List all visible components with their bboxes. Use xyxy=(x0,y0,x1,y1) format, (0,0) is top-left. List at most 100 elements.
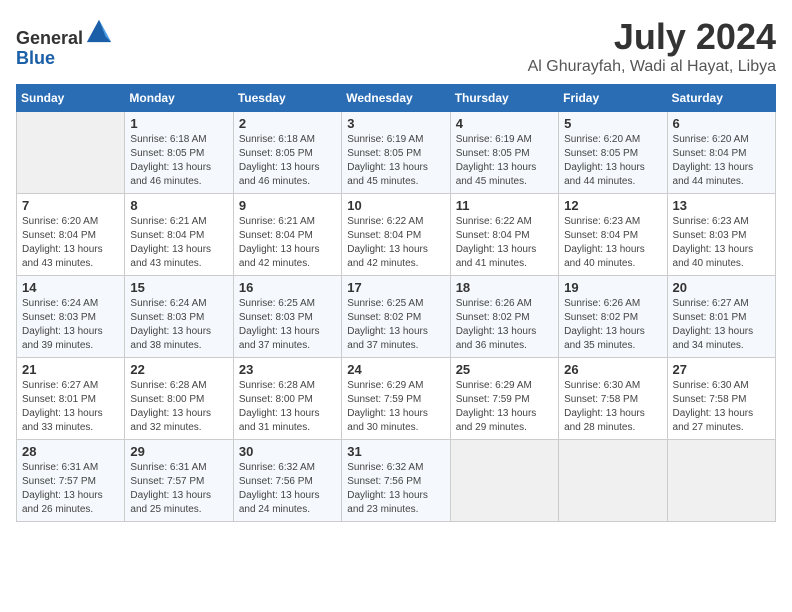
day-number: 21 xyxy=(22,362,119,377)
day-info: Sunrise: 6:19 AMSunset: 8:05 PMDaylight:… xyxy=(347,133,444,189)
day-info: Sunrise: 6:20 AMSunset: 8:05 PMDaylight:… xyxy=(564,133,661,189)
calendar-cell: 26 Sunrise: 6:30 AMSunset: 7:58 PMDayligh… xyxy=(559,358,667,440)
calendar-week-row: 14 Sunrise: 6:24 AMSunset: 8:03 PMDayligh… xyxy=(17,276,776,358)
day-number: 14 xyxy=(22,280,119,295)
calendar-week-row: 28 Sunrise: 6:31 AMSunset: 7:57 PMDayligh… xyxy=(17,440,776,522)
day-info: Sunrise: 6:26 AMSunset: 8:02 PMDaylight:… xyxy=(564,297,661,353)
day-info: Sunrise: 6:29 AMSunset: 7:59 PMDaylight:… xyxy=(347,379,444,435)
day-number: 30 xyxy=(239,444,336,459)
weekday-header-row: SundayMondayTuesdayWednesdayThursdayFrid… xyxy=(17,85,776,112)
calendar-cell: 8 Sunrise: 6:21 AMSunset: 8:04 PMDaylight… xyxy=(125,194,233,276)
calendar-cell xyxy=(667,440,775,522)
calendar-cell: 20 Sunrise: 6:27 AMSunset: 8:01 PMDayligh… xyxy=(667,276,775,358)
weekday-header: Monday xyxy=(125,85,233,112)
day-number: 20 xyxy=(673,280,770,295)
day-info: Sunrise: 6:24 AMSunset: 8:03 PMDaylight:… xyxy=(130,297,227,353)
calendar-cell: 27 Sunrise: 6:30 AMSunset: 7:58 PMDayligh… xyxy=(667,358,775,440)
calendar-cell: 22 Sunrise: 6:28 AMSunset: 8:00 PMDayligh… xyxy=(125,358,233,440)
day-number: 9 xyxy=(239,198,336,213)
calendar-cell: 7Sunrise: 6:20 AMSunset: 8:04 PMDaylight… xyxy=(17,194,125,276)
day-number: 15 xyxy=(130,280,227,295)
calendar-cell: 2Sunrise: 6:18 AMSunset: 8:05 PMDaylight… xyxy=(233,112,341,194)
day-number: 13 xyxy=(673,198,770,213)
day-info: Sunrise: 6:30 AMSunset: 7:58 PMDaylight:… xyxy=(673,379,770,435)
day-number: 22 xyxy=(130,362,227,377)
day-info: Sunrise: 6:31 AMSunset: 7:57 PMDaylight:… xyxy=(130,461,227,517)
day-info: Sunrise: 6:28 AMSunset: 8:00 PMDaylight:… xyxy=(239,379,336,435)
weekday-header: Thursday xyxy=(450,85,558,112)
day-info: Sunrise: 6:26 AMSunset: 8:02 PMDaylight:… xyxy=(456,297,553,353)
day-info: Sunrise: 6:22 AMSunset: 8:04 PMDaylight:… xyxy=(456,215,553,271)
title-block: July 2024 Al Ghurayfah, Wadi al Hayat, L… xyxy=(528,16,776,76)
logo-general: General xyxy=(16,28,83,48)
day-number: 24 xyxy=(347,362,444,377)
calendar-cell: 6Sunrise: 6:20 AMSunset: 8:04 PMDaylight… xyxy=(667,112,775,194)
calendar-cell: 5 Sunrise: 6:20 AMSunset: 8:05 PMDaylight… xyxy=(559,112,667,194)
day-info: Sunrise: 6:22 AMSunset: 8:04 PMDaylight:… xyxy=(347,215,444,271)
day-info: Sunrise: 6:19 AMSunset: 8:05 PMDaylight:… xyxy=(456,133,553,189)
day-number: 12 xyxy=(564,198,661,213)
weekday-header: Sunday xyxy=(17,85,125,112)
day-info: Sunrise: 6:25 AMSunset: 8:03 PMDaylight:… xyxy=(239,297,336,353)
day-info: Sunrise: 6:24 AMSunset: 8:03 PMDaylight:… xyxy=(22,297,119,353)
day-number: 5 xyxy=(564,116,661,131)
weekday-header: Wednesday xyxy=(342,85,450,112)
day-number: 3 xyxy=(347,116,444,131)
day-number: 25 xyxy=(456,362,553,377)
day-info: Sunrise: 6:32 AMSunset: 7:56 PMDaylight:… xyxy=(239,461,336,517)
day-number: 19 xyxy=(564,280,661,295)
day-info: Sunrise: 6:21 AMSunset: 8:04 PMDaylight:… xyxy=(130,215,227,271)
location-title: Al Ghurayfah, Wadi al Hayat, Libya xyxy=(528,58,776,76)
day-number: 8 xyxy=(130,198,227,213)
calendar-cell: 3 Sunrise: 6:19 AMSunset: 8:05 PMDaylight… xyxy=(342,112,450,194)
calendar-cell: 9 Sunrise: 6:21 AMSunset: 8:04 PMDaylight… xyxy=(233,194,341,276)
weekday-header: Tuesday xyxy=(233,85,341,112)
day-info: Sunrise: 6:21 AMSunset: 8:04 PMDaylight:… xyxy=(239,215,336,271)
calendar-week-row: 1 Sunrise: 6:18 AMSunset: 8:05 PMDaylight… xyxy=(17,112,776,194)
calendar-cell xyxy=(559,440,667,522)
day-info: Sunrise: 6:23 AMSunset: 8:03 PMDaylight:… xyxy=(673,215,770,271)
day-info: Sunrise: 6:20 AMSunset: 8:04 PMDaylight:… xyxy=(22,215,119,271)
day-number: 10 xyxy=(347,198,444,213)
calendar-cell: 14 Sunrise: 6:24 AMSunset: 8:03 PMDayligh… xyxy=(17,276,125,358)
calendar-cell: 24 Sunrise: 6:29 AMSunset: 7:59 PMDayligh… xyxy=(342,358,450,440)
day-info: Sunrise: 6:28 AMSunset: 8:00 PMDaylight:… xyxy=(130,379,227,435)
calendar-cell: 18Sunrise: 6:26 AMSunset: 8:02 PMDayligh… xyxy=(450,276,558,358)
calendar-cell: 21 Sunrise: 6:27 AMSunset: 8:01 PMDayligh… xyxy=(17,358,125,440)
calendar-cell: 11Sunrise: 6:22 AMSunset: 8:04 PMDayligh… xyxy=(450,194,558,276)
month-title: July 2024 xyxy=(528,16,776,58)
day-info: Sunrise: 6:25 AMSunset: 8:02 PMDaylight:… xyxy=(347,297,444,353)
day-info: Sunrise: 6:23 AMSunset: 8:04 PMDaylight:… xyxy=(564,215,661,271)
calendar-cell xyxy=(450,440,558,522)
day-info: Sunrise: 6:18 AMSunset: 8:05 PMDaylight:… xyxy=(239,133,336,189)
day-info: Sunrise: 6:30 AMSunset: 7:58 PMDaylight:… xyxy=(564,379,661,435)
calendar-cell: 29 Sunrise: 6:31 AMSunset: 7:57 PMDayligh… xyxy=(125,440,233,522)
calendar-cell: 16 Sunrise: 6:25 AMSunset: 8:03 PMDayligh… xyxy=(233,276,341,358)
day-info: Sunrise: 6:27 AMSunset: 8:01 PMDaylight:… xyxy=(22,379,119,435)
logo-blue: Blue xyxy=(16,48,55,68)
calendar-table: SundayMondayTuesdayWednesdayThursdayFrid… xyxy=(16,84,776,522)
calendar-cell: 23 Sunrise: 6:28 AMSunset: 8:00 PMDayligh… xyxy=(233,358,341,440)
day-number: 27 xyxy=(673,362,770,377)
day-info: Sunrise: 6:27 AMSunset: 8:01 PMDaylight:… xyxy=(673,297,770,353)
day-number: 23 xyxy=(239,362,336,377)
weekday-header: Friday xyxy=(559,85,667,112)
day-number: 26 xyxy=(564,362,661,377)
logo-icon xyxy=(85,16,113,44)
calendar-cell xyxy=(17,112,125,194)
calendar-cell: 10 Sunrise: 6:22 AMSunset: 8:04 PMDayligh… xyxy=(342,194,450,276)
calendar-cell: 28 Sunrise: 6:31 AMSunset: 7:57 PMDayligh… xyxy=(17,440,125,522)
day-number: 6 xyxy=(673,116,770,131)
day-info: Sunrise: 6:31 AMSunset: 7:57 PMDaylight:… xyxy=(22,461,119,517)
calendar-cell: 25Sunrise: 6:29 AMSunset: 7:59 PMDayligh… xyxy=(450,358,558,440)
day-number: 28 xyxy=(22,444,119,459)
day-number: 29 xyxy=(130,444,227,459)
calendar-cell: 4Sunrise: 6:19 AMSunset: 8:05 PMDaylight… xyxy=(450,112,558,194)
day-number: 16 xyxy=(239,280,336,295)
weekday-header: Saturday xyxy=(667,85,775,112)
day-number: 1 xyxy=(130,116,227,131)
calendar-cell: 1Sunrise: 6:18 AMSunset: 8:05 PMDaylight… xyxy=(125,112,233,194)
calendar-cell: 17Sunrise: 6:25 AMSunset: 8:02 PMDayligh… xyxy=(342,276,450,358)
day-number: 31 xyxy=(347,444,444,459)
day-info: Sunrise: 6:32 AMSunset: 7:56 PMDaylight:… xyxy=(347,461,444,517)
